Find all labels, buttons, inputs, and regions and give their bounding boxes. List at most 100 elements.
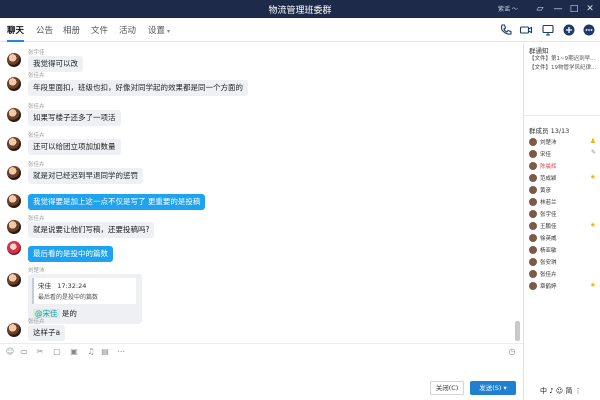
admin-star-icon: ★ [589,281,596,289]
tab-album[interactable]: 相册 [63,24,80,36]
image-icon[interactable]: ▣ [69,347,79,357]
avatar [529,198,537,206]
message-bubble[interactable]: 就是对已经迟到早退同学的惩罚 [28,168,143,184]
message-bubble[interactable]: 我觉得要是加上这一点不仅是写了 更重要的是投稿 [28,194,206,210]
avatar[interactable] [7,108,21,122]
more-icon[interactable] [582,23,596,37]
member-name: 陈晨辉 [540,164,557,170]
avatar[interactable] [7,220,21,234]
edit-icon[interactable]: ✎ [591,149,596,156]
message-bubble[interactable]: 我觉得可以改 [28,56,83,72]
send-button[interactable]: 发送(S) ▾ [470,381,516,395]
member-name: 杨亚敏 [540,248,557,254]
member-item[interactable]: 范成颖 ★ [529,173,599,184]
sender-name: 张佳卉 [28,104,45,110]
member-item[interactable]: 王鹏佳 ★ [529,221,599,232]
close-chat-button[interactable]: 关闭(C) [430,381,464,395]
chat-history[interactable]: 张宇佳 我觉得可以改 张佳卉 年段里面扣，班级也扣，好像对同学起的效果都是同一个… [0,43,523,343]
avatar [529,162,537,170]
announcement-tag: 【文件】 [529,56,552,62]
tab-settings-label: 设置 [148,26,166,36]
member-item[interactable]: 杨亚敏 [529,245,599,256]
tab-files[interactable]: 文件 [91,24,108,36]
announcement-tag: 【文件】 [529,65,552,71]
member-item[interactable]: 张宇佳 [529,209,599,220]
message-bubble[interactable]: 最后看的是投中的篇数 [28,246,113,262]
maximize-button[interactable]: □ [568,3,580,15]
member-item[interactable]: 宋佳 ✎ [529,149,599,160]
sender-name: 刘楚沛 [28,268,45,274]
chat-scrollbar[interactable] [515,321,520,341]
input-toolbar: ☺ ▭ ✂ ▢ ▣ ♫ ▤ ⋯ ◷ [0,343,523,361]
avatar [529,246,537,254]
quoted-message[interactable]: 宋佳 17:32:24 最后看的是投中的篇数 [32,278,136,304]
skin-icon[interactable]: ▱ [534,3,546,15]
member-item[interactable]: 林若兰 [529,197,599,208]
avatar [529,150,537,158]
title-bar: 物流管理班委群 紫谣 ～ ▱ — □ ✕ [0,0,600,18]
tab-activity[interactable]: 活动 [119,24,136,36]
member-name: 章鹤婷 [540,284,557,290]
member-item[interactable]: 张佳卉 [529,269,599,280]
sender-name: 张佳卉 [28,162,45,168]
avatar [529,174,537,182]
voice-icon[interactable]: ▤ [100,347,110,357]
member-name: 林若兰 [540,200,557,206]
quote-author: 宋佳 [38,282,51,290]
member-item[interactable]: 刘楚沛 ♟ [529,137,599,148]
announcement-text: 19物管学风纪律... [551,65,597,71]
avatar[interactable] [7,137,21,151]
screen-share-icon[interactable] [541,23,555,37]
announcement-item[interactable]: 【文件】19物管学风纪律... [529,63,599,71]
avatar[interactable] [7,166,21,180]
avatar[interactable] [7,77,21,91]
close-button[interactable]: ✕ [584,3,596,15]
sender-name: 张佳卉 [28,319,45,325]
ime-status-bar[interactable]: 中 ♪ ☺ 简 ⋮ [540,386,582,396]
scissors-icon[interactable]: ✂ [35,347,45,357]
avatar [529,138,537,146]
avatar[interactable] [7,194,21,208]
message-bubble[interactable]: 如果写楼子还多了一项活 [28,110,121,126]
tab-announcement[interactable]: 公告 [36,24,53,36]
tab-chat[interactable]: 聊天 [7,24,25,42]
minimize-button[interactable]: — [552,3,564,15]
avatar[interactable] [7,241,21,255]
add-icon[interactable] [562,23,576,37]
message-bubble[interactable]: 这样子a [28,325,66,341]
admin-star-icon: ★ [589,173,596,181]
tab-settings[interactable]: 设置 ▾ [148,24,170,36]
quoted-reply-bubble[interactable]: 宋佳 17:32:24 最后看的是投中的篇数 @宋佳 是的 [28,274,142,324]
bell-icon[interactable]: ♫ [86,347,96,357]
send-label: 发送(S) [479,384,502,392]
sender-name: 张佳卉 [28,133,45,139]
more-options-icon[interactable]: ⋯ [116,347,126,357]
avatar [529,282,537,290]
video-call-icon[interactable] [519,23,533,37]
avatar[interactable] [7,323,21,337]
announcement-item[interactable]: 【文件】第1~9期迟到早... [529,54,599,62]
message-bubble[interactable]: 年段里面扣，班级也扣，好像对同学起的效果都是同一个方面的 [28,80,248,96]
member-item[interactable]: 张安琪 [529,257,599,268]
emoji-icon[interactable]: ☺ [5,347,15,357]
message-bubble[interactable]: 还可以给团立项加加数量 [28,139,121,155]
member-item[interactable]: 陈晨辉 [529,161,599,172]
gif-icon[interactable]: ▭ [19,347,29,357]
member-item[interactable]: 徐英威 [529,233,599,244]
member-item[interactable]: 黄彦 [529,185,599,196]
message-input[interactable]: 关闭(C) 发送(S) ▾ [0,361,523,400]
member-name: 宋佳 [540,152,552,158]
phone-icon[interactable] [499,23,513,37]
owner-icon: ♟ [589,137,596,145]
avatar[interactable] [7,53,21,67]
message-bubble[interactable]: 就是说要让他们写稿，还要投稿吗? [28,222,155,238]
avatar[interactable] [7,273,21,287]
sender-name: 张佳卉 [28,73,45,79]
member-item[interactable]: 章鹤婷 ★ [529,281,599,292]
chevron-down-icon[interactable]: ▾ [504,384,507,392]
history-icon[interactable]: ◷ [507,347,517,357]
account-menu[interactable]: 紫谣 ～ [498,4,518,13]
folder-icon[interactable]: ▢ [52,347,62,357]
member-name: 刘楚沛 [540,140,557,146]
admin-star-icon: ★ [589,221,596,229]
